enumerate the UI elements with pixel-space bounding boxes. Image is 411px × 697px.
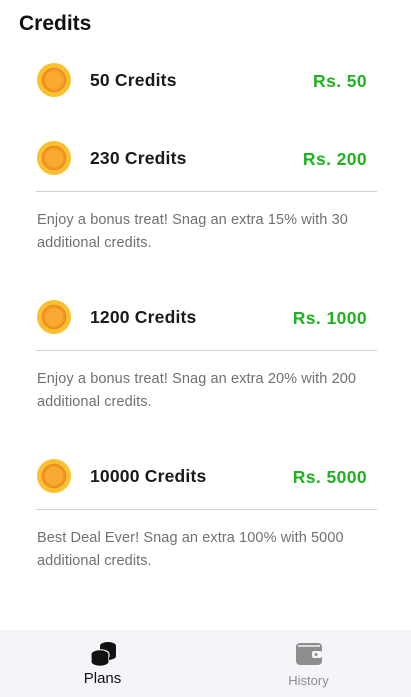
coin-icon bbox=[37, 63, 71, 97]
plan-230-credits[interactable]: 230 Credits Rs. 200 bbox=[37, 138, 367, 178]
plan-10000-credits[interactable]: 10000 Credits Rs. 5000 bbox=[37, 456, 367, 496]
credits-screen: Credits 50 Credits Rs. 50 230 Credits Rs… bbox=[0, 0, 411, 697]
plan-50-credits[interactable]: 50 Credits Rs. 50 bbox=[37, 60, 367, 100]
nav-tab-label: History bbox=[288, 673, 329, 688]
divider bbox=[36, 191, 377, 192]
coin-icon bbox=[37, 300, 71, 334]
wallet-icon bbox=[295, 643, 322, 665]
nav-tab-plans[interactable]: Plans bbox=[0, 630, 205, 697]
plan-price: Rs. 200 bbox=[302, 149, 367, 169]
plan-price: Rs. 5000 bbox=[292, 467, 367, 487]
page-title: Credits bbox=[19, 12, 92, 35]
nav-tab-label: Plans bbox=[83, 670, 122, 687]
divider bbox=[36, 350, 377, 351]
plan-label: 1200 Credits bbox=[90, 307, 197, 327]
divider bbox=[36, 509, 377, 510]
plan-bonus-description: Enjoy a bonus treat! Snag an extra 20% w… bbox=[37, 371, 357, 410]
coin-icon bbox=[37, 459, 71, 493]
nav-tab-history[interactable]: History bbox=[206, 630, 411, 697]
plan-1200-credits[interactable]: 1200 Credits Rs. 1000 bbox=[37, 297, 367, 337]
plan-label: 230 Credits bbox=[90, 148, 187, 168]
plan-price: Rs. 1000 bbox=[292, 308, 367, 328]
bottom-navigation: Plans History bbox=[0, 630, 411, 697]
plan-price: Rs. 50 bbox=[313, 71, 367, 91]
plan-label: 50 Credits bbox=[90, 70, 177, 90]
plan-bonus-description: Best Deal Ever! Snag an extra 100% with … bbox=[37, 530, 344, 569]
coins-stack-icon bbox=[89, 642, 116, 667]
plan-bonus-description: Enjoy a bonus treat! Snag an extra 15% w… bbox=[37, 212, 348, 251]
plan-label: 10000 Credits bbox=[90, 466, 207, 486]
coin-icon bbox=[37, 141, 71, 175]
